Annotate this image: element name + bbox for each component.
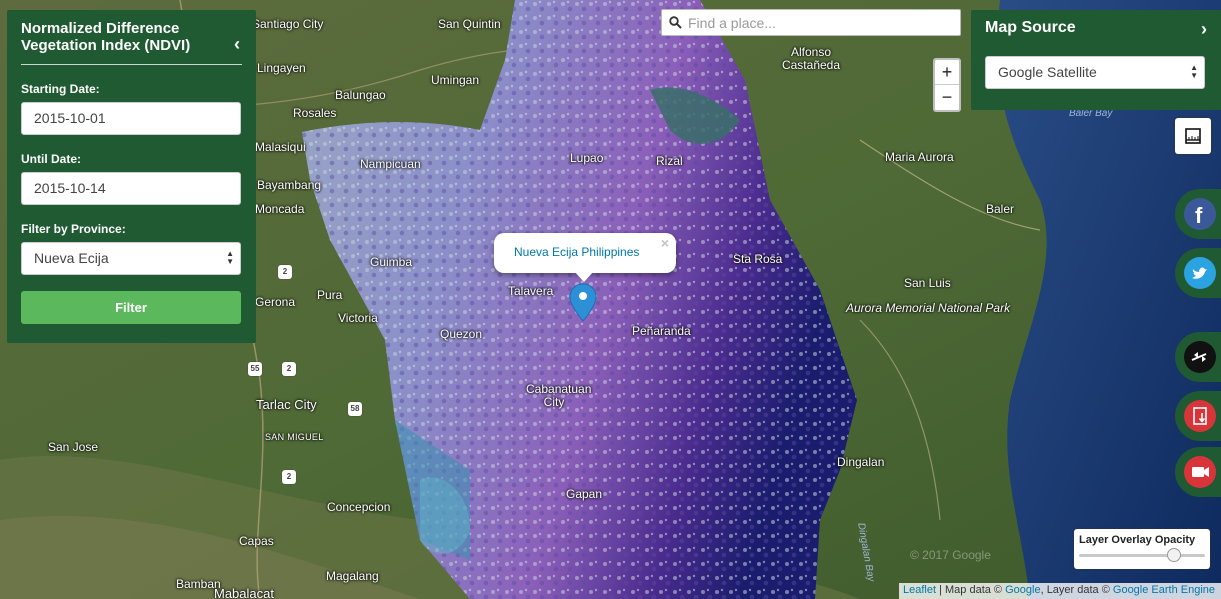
video-button[interactable] — [1175, 447, 1221, 497]
label-concepcion: Concepcion — [327, 500, 391, 514]
label-gerona: Gerona — [255, 295, 296, 309]
label-dingalan: Dingalan — [837, 455, 885, 469]
map-source-value: Google Satellite — [998, 64, 1097, 80]
label-san-miguel: SAN MIGUEL — [265, 432, 324, 442]
map-source-panel: Map Source › Google Satellite ▲ ▼ — [971, 10, 1221, 110]
road-shield-icon: 55 — [248, 362, 262, 376]
label-umingan: Umingan — [431, 73, 480, 87]
svg-text:f: f — [1195, 203, 1203, 228]
video-icon — [1184, 456, 1216, 488]
label-mabalacat: Mabalacat — [214, 586, 274, 599]
legend-button[interactable] — [1175, 118, 1211, 154]
leaflet-link[interactable]: Leaflet — [903, 584, 936, 596]
label-aurora-memorial-park: Aurora Memorial National Park — [846, 302, 1010, 315]
search-box[interactable]: Find a place... — [661, 9, 961, 36]
opacity-slider-track[interactable] — [1079, 548, 1205, 562]
label-moncada: Moncada — [255, 202, 305, 216]
layer-opacity-label: Layer Overlay Opacity — [1079, 534, 1196, 546]
until-date-label: Until Date: — [21, 152, 81, 166]
popup-tip — [574, 271, 594, 282]
location-popup: Nueva Ecija Philippines × — [494, 233, 676, 282]
zoom-out-button[interactable]: − — [935, 85, 959, 110]
until-date-input[interactable]: 2015-10-14 — [21, 172, 241, 205]
collapse-panel-icon[interactable]: ‹ — [234, 34, 240, 55]
map-marker-icon[interactable] — [569, 283, 597, 323]
label-quezon: Quezon — [440, 327, 483, 341]
label-tarlac-city: Tarlac City — [256, 397, 317, 412]
attribution-text-1: | Map data © — [936, 584, 1006, 596]
select-arrows-icon: ▲ ▼ — [1190, 63, 1198, 80]
compare-button[interactable] — [1175, 332, 1221, 382]
starting-date-label: Starting Date: — [21, 82, 100, 96]
map-attribution: Leaflet | Map data © Google, Layer data … — [899, 583, 1221, 599]
label-baler: Baler — [986, 202, 1015, 216]
province-select-value: Nueva Ecija — [34, 250, 109, 266]
filter-button[interactable]: Filter — [21, 291, 241, 324]
label-capas: Capas — [239, 534, 274, 548]
export-button[interactable] — [1175, 391, 1221, 441]
starting-date-input[interactable]: 2015-10-01 — [21, 102, 241, 135]
label-alfonso-castaneda: Alfonso Castañeda — [781, 45, 841, 72]
popup-location-link[interactable]: Nueva Ecija Philippines — [514, 245, 639, 259]
earth-engine-link[interactable]: Google Earth Engine — [1113, 584, 1215, 596]
label-penaranda: Peñaranda — [632, 324, 691, 338]
facebook-share-button[interactable]: f — [1175, 189, 1221, 239]
label-cabanatuan-city: Cabanatuan City — [526, 382, 592, 409]
label-maria-aurora: Maria Aurora — [885, 150, 954, 164]
search-input[interactable]: Find a place... — [688, 15, 776, 31]
google-link[interactable]: Google — [1005, 584, 1040, 596]
google-watermark: © 2017 Google — [910, 548, 991, 562]
expand-panel-icon[interactable]: › — [1201, 19, 1207, 40]
ndvi-panel: Normalized Difference Vegetation Index (… — [7, 10, 256, 343]
label-san-quintin: San Quintin — [438, 17, 501, 31]
twitter-icon — [1184, 257, 1216, 289]
compare-icon — [1184, 341, 1216, 373]
select-arrows-icon: ▲ ▼ — [226, 249, 234, 266]
label-lingayen: Lingayen — [257, 61, 306, 75]
search-icon — [669, 16, 682, 29]
facebook-icon: f — [1184, 198, 1216, 230]
label-rizal: Rizal — [656, 154, 683, 168]
ndvi-panel-title: Normalized Difference Vegetation Index (… — [21, 20, 191, 54]
label-san-luis: San Luis — [904, 276, 951, 290]
map-source-select[interactable]: Google Satellite ▲ ▼ — [985, 56, 1205, 89]
road-shield-icon: 2 — [282, 470, 296, 484]
map-source-title: Map Source — [985, 19, 1076, 36]
road-shield-icon: 2 — [282, 362, 296, 376]
province-filter-label: Filter by Province: — [21, 222, 126, 236]
label-lupao: Lupao — [570, 151, 604, 165]
label-bayambang: Bayambang — [257, 178, 322, 192]
zoom-in-button[interactable]: + — [935, 60, 959, 85]
label-victoria: Victoria — [338, 311, 378, 325]
province-select[interactable]: Nueva Ecija ▲ ▼ — [21, 242, 241, 275]
label-pura: Pura — [317, 288, 343, 302]
attribution-text-2: , Layer data © — [1040, 584, 1113, 596]
export-icon — [1184, 400, 1216, 432]
ndvi-panel-header: Normalized Difference Vegetation Index (… — [21, 20, 242, 65]
label-rosales: Rosales — [293, 106, 337, 120]
road-shield-icon: 58 — [348, 402, 362, 416]
road-shield-icon: 2 — [278, 265, 292, 279]
zoom-control: + − — [933, 58, 961, 112]
label-sta-rosa: Sta Rosa — [733, 252, 783, 266]
opacity-slider-thumb[interactable] — [1166, 548, 1181, 562]
label-santiago-city: Santiago City — [252, 17, 324, 31]
ruler-icon — [1185, 128, 1201, 144]
label-talavera: Talavera — [508, 284, 554, 298]
label-san-jose: San Jose — [48, 440, 99, 454]
layer-opacity-control: Layer Overlay Opacity — [1074, 529, 1210, 569]
label-balungao: Balungao — [335, 88, 386, 102]
label-magalang: Magalang — [326, 569, 379, 583]
label-guimba: Guimba — [370, 255, 413, 269]
popup-close-button[interactable]: × — [661, 235, 669, 251]
label-nampicuan: Nampicuan — [360, 157, 421, 171]
label-gapan: Gapan — [566, 487, 603, 501]
twitter-share-button[interactable] — [1175, 248, 1221, 298]
label-malasiqui: Malasiqui — [255, 140, 306, 154]
